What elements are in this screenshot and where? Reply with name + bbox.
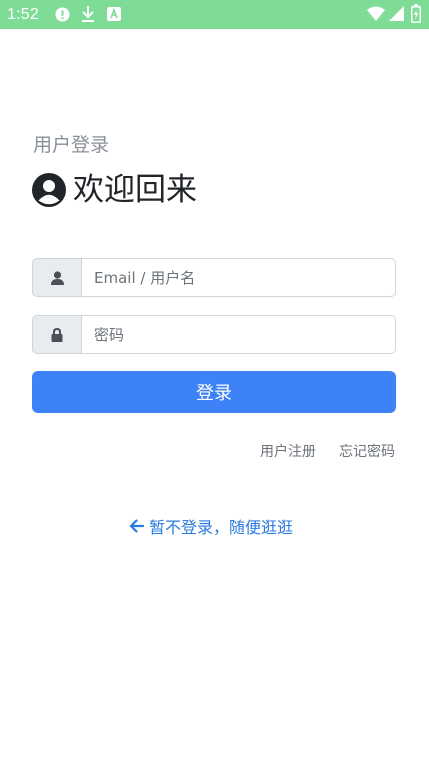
register-link[interactable]: 用户注册 <box>260 443 316 461</box>
user-icon <box>50 270 64 285</box>
alert-circle-icon <box>55 7 70 22</box>
username-input-group: Email / 用户名 <box>32 258 396 297</box>
signal-icon <box>389 6 404 21</box>
forgot-password-link[interactable]: 忘记密码 <box>339 443 395 461</box>
lock-icon <box>51 327 63 342</box>
wifi-icon <box>367 6 385 21</box>
arrow-left-icon <box>129 519 144 533</box>
page-title: 欢迎回来 <box>73 172 197 208</box>
status-time: 1:52 <box>7 6 39 23</box>
password-input[interactable]: 密码 <box>82 315 396 354</box>
username-addon <box>32 258 82 297</box>
download-icon <box>82 6 94 22</box>
login-button-label: 登录 <box>196 383 232 404</box>
login-button[interactable]: 登录 <box>32 371 396 413</box>
skip-login-label: 暂不登录，随便逛逛 <box>149 518 294 537</box>
password-addon <box>32 315 82 354</box>
user-circle-icon <box>32 173 66 207</box>
battery-icon <box>411 4 421 23</box>
username-input[interactable]: Email / 用户名 <box>82 258 396 297</box>
username-placeholder: Email / 用户名 <box>94 269 196 287</box>
password-input-group: 密码 <box>32 315 396 354</box>
login-subtitle: 用户登录 <box>33 134 110 156</box>
password-placeholder: 密码 <box>94 326 125 344</box>
status-bar: 1:52 <box>0 0 429 29</box>
skip-login-link[interactable]: 暂不登录，随便逛逛 <box>129 515 293 537</box>
a-box-icon <box>107 7 121 21</box>
title-row: 欢迎回来 <box>32 170 197 210</box>
